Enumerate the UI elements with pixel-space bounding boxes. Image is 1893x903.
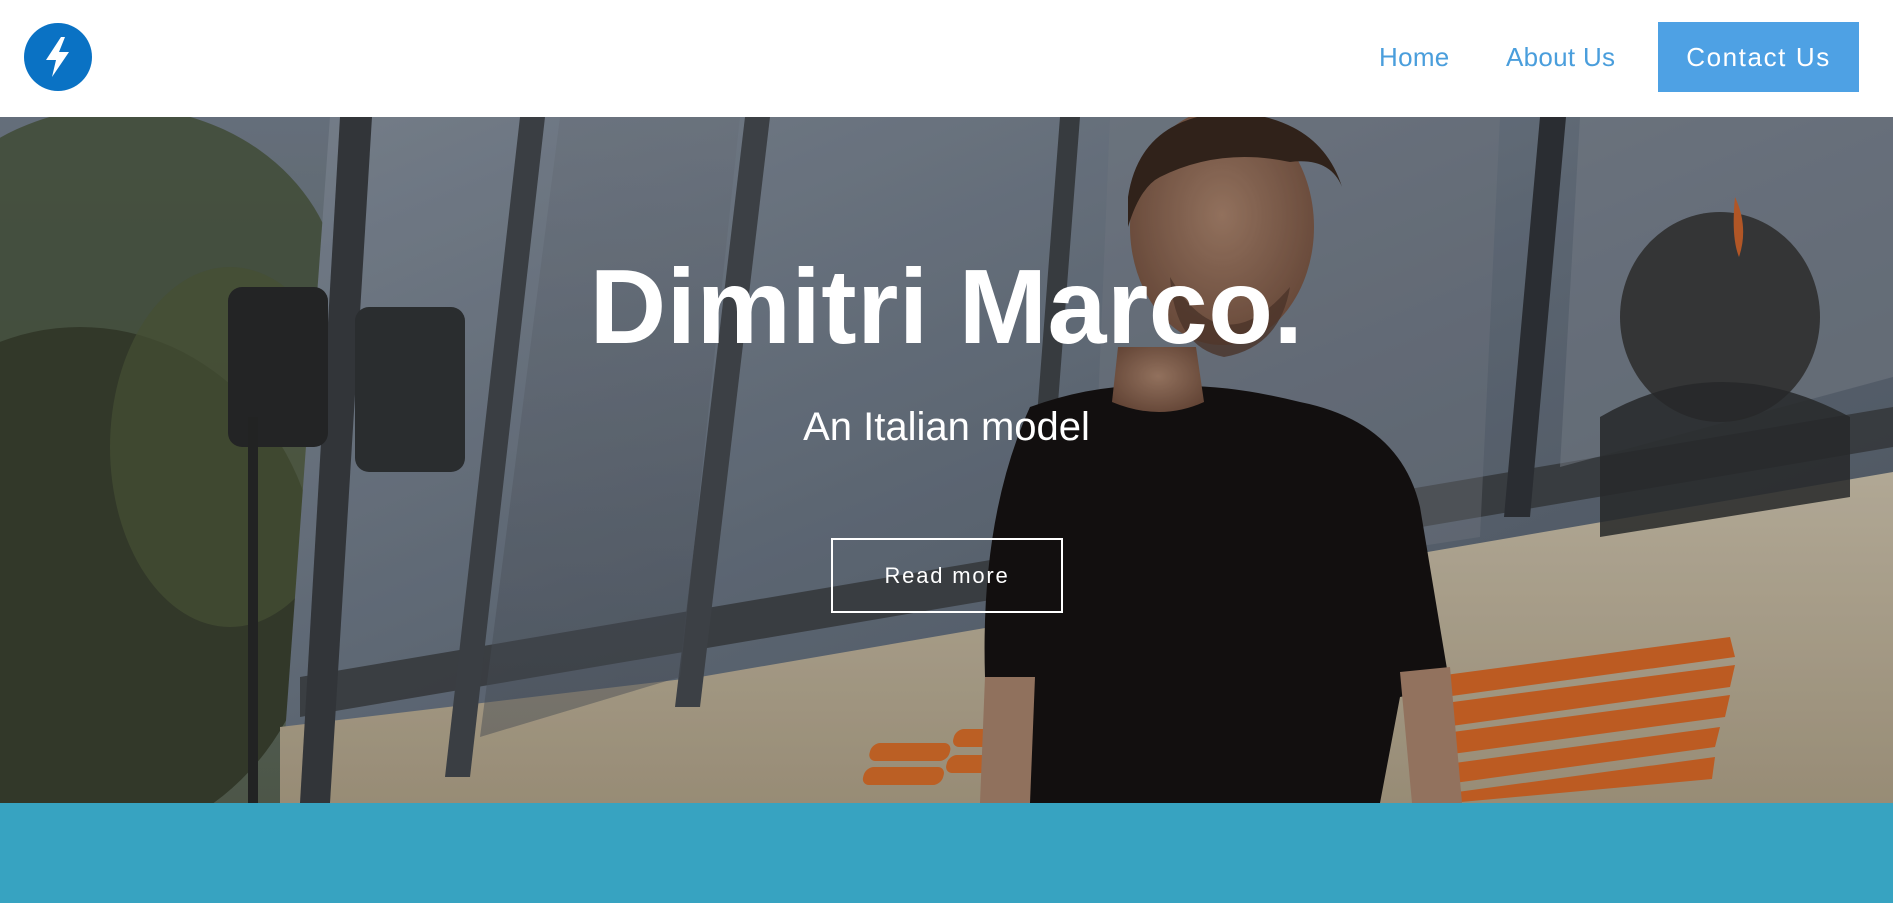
nav-about-link[interactable]: About Us xyxy=(1506,40,1615,74)
site-header: Home About Us Contact Us xyxy=(0,0,1893,117)
hero-title: Dimitri Marco. xyxy=(589,248,1304,366)
hero-section: Dimitri Marco. An Italian model Read mor… xyxy=(0,117,1893,803)
nav-home-link[interactable]: Home xyxy=(1379,40,1450,74)
lightning-bolt-icon xyxy=(46,37,69,77)
contact-us-button[interactable]: Contact Us xyxy=(1658,22,1859,92)
hero-subtitle: An Italian model xyxy=(803,405,1090,449)
read-more-button[interactable]: Read more xyxy=(831,538,1063,613)
logo[interactable] xyxy=(24,23,92,91)
hero-background-photo xyxy=(0,117,1893,803)
section-band xyxy=(0,803,1893,903)
